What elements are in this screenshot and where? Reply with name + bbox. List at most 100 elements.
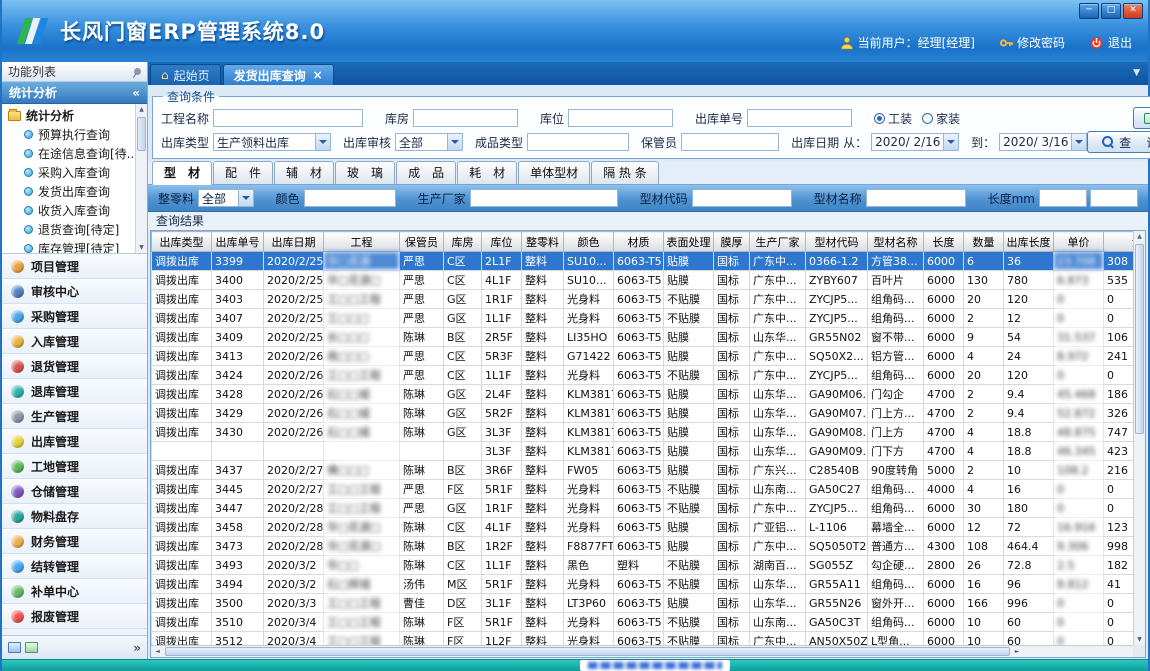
chevron-down-icon[interactable] bbox=[238, 190, 253, 206]
collapse-icon[interactable]: « bbox=[132, 86, 140, 100]
change-password-button[interactable]: 修改密码 bbox=[999, 34, 1065, 51]
mat-tab-consumables[interactable]: 耗 材 bbox=[457, 161, 517, 184]
color-input[interactable] bbox=[304, 189, 396, 207]
scroll-up-icon[interactable]: ▲ bbox=[1134, 231, 1145, 242]
table-row[interactable]: 调拨出库 3445 2020/2/27 工□□工程 严思 F区 5R1F 整料 … bbox=[152, 480, 1134, 499]
keeper-input[interactable] bbox=[681, 133, 779, 151]
sidebar-group-header[interactable]: 统计分析 « bbox=[2, 82, 147, 104]
sidebar-item-site[interactable]: 工地管理 bbox=[2, 454, 147, 479]
table-row[interactable]: 调拨出库 3493 2020/3/2 华□□ 陈琳 C区 1L1F 整料 黑色 … bbox=[152, 556, 1134, 575]
column-header[interactable]: 出库长度 bbox=[1004, 232, 1054, 252]
column-header[interactable]: 型材代码 bbox=[806, 232, 868, 252]
date-from-picker[interactable]: 2020/ 2/16 bbox=[871, 133, 959, 151]
table-row[interactable]: 调拨出库 3512 2020/3/4 工□□工程 陈琳 F区 1L2F 整料 光… bbox=[152, 632, 1134, 646]
table-row[interactable]: 调拨出库 3413 2020/2/26 南□□□ 严思 C区 5R3F 整料 G… bbox=[152, 347, 1134, 366]
tab-shipping-outbound-query[interactable]: 发货出库查询 × bbox=[223, 64, 334, 85]
column-header[interactable]: 生产厂家 bbox=[750, 232, 806, 252]
tab-list-dropdown-icon[interactable]: ▼ bbox=[1133, 68, 1140, 78]
tree-item-stock-query[interactable]: 库存管理[待定] bbox=[2, 239, 135, 254]
length-max-input[interactable] bbox=[1090, 189, 1138, 207]
table-row[interactable]: 调拨出库 3494 2020/3/2 石□辉城 汤伟 M区 5R1F 整料 光身… bbox=[152, 575, 1134, 594]
scroll-down-icon[interactable]: ▼ bbox=[1134, 634, 1145, 645]
tab-start-page[interactable]: ⌂ 起始页 bbox=[150, 64, 221, 85]
table-row[interactable]: 调拨出库 3447 2020/2/28 工□□工程 严思 G区 1R1F 整料 … bbox=[152, 499, 1134, 518]
chevron-down-icon[interactable] bbox=[943, 134, 958, 150]
tree-scrollbar[interactable]: ▲ ▼ bbox=[135, 104, 147, 253]
table-row[interactable]: 调拨出库 3403 2020/2/25 工□□工程 严思 G区 1R1F 整料 … bbox=[152, 290, 1134, 309]
profile-code-input[interactable] bbox=[692, 189, 792, 207]
table-row[interactable]: 调拨出库 3510 2020/3/4 工□□工程 陈琳 F区 5R1F 整料 光… bbox=[152, 613, 1134, 632]
search-button[interactable]: 查 询 bbox=[1087, 131, 1150, 153]
column-header[interactable]: 膜厚 bbox=[714, 232, 750, 252]
chevron-down-icon[interactable] bbox=[1071, 134, 1086, 150]
sidebar-item-finance[interactable]: 财务管理 bbox=[2, 529, 147, 554]
sidebar-item-supplement[interactable]: 补单中心 bbox=[2, 579, 147, 604]
scroll-left-icon[interactable]: ◄ bbox=[151, 648, 164, 655]
sidebar-item-project[interactable]: 项目管理 bbox=[2, 254, 147, 279]
scroll-right-icon[interactable]: ► bbox=[1011, 648, 1024, 655]
clear-conditions-button[interactable]: 清空条件 bbox=[1133, 107, 1150, 129]
table-row[interactable]: 调拨出库 3400 2020/2/25 华□花源□ 严思 C区 4L1F 整料 … bbox=[152, 271, 1134, 290]
sidebar-item-inbound[interactable]: 入库管理 bbox=[2, 329, 147, 354]
chart-icon[interactable] bbox=[25, 642, 38, 653]
sidebar-item-inventory[interactable]: 物料盘存 bbox=[2, 504, 147, 529]
table-row[interactable]: 调拨出库 3399 2020/2/25 华□花源 严思 C区 2L1F 整料 S… bbox=[152, 252, 1134, 271]
tree-item-shipping-outbound-query[interactable]: 发货出库查询 bbox=[2, 182, 135, 201]
tree-item-receipt-inbound-query[interactable]: 收货入库查询 bbox=[2, 201, 135, 220]
table-row[interactable]: 调拨出库 3500 2020/3/3 工□□工程 曹佳 D区 3L1F 整料 L… bbox=[152, 594, 1134, 613]
mat-tab-insulation[interactable]: 隔 热 条 bbox=[591, 161, 659, 184]
column-header[interactable]: 金 bbox=[1104, 232, 1134, 252]
column-header[interactable]: 库房 bbox=[444, 232, 482, 252]
column-header[interactable]: 长度 bbox=[924, 232, 964, 252]
mat-tab-glass[interactable]: 玻 璃 bbox=[335, 161, 395, 184]
whole-part-select[interactable]: 全部 bbox=[198, 189, 254, 207]
table-row[interactable]: 调拨出库 3424 2020/2/26 工□□工程 严思 C区 1L1F 整料 … bbox=[152, 366, 1134, 385]
column-header[interactable]: 颜色 bbox=[564, 232, 614, 252]
sidebar-item-audit[interactable]: 审核中心 bbox=[2, 279, 147, 304]
date-to-picker[interactable]: 2020/ 3/16 bbox=[999, 133, 1087, 151]
mat-tab-accessories[interactable]: 配 件 bbox=[213, 161, 273, 184]
column-header[interactable]: 型材名称 bbox=[868, 232, 924, 252]
location-input[interactable] bbox=[568, 109, 673, 127]
horizontal-scrollbar[interactable]: ◄ ► bbox=[151, 645, 1133, 657]
close-button[interactable]: ✕ bbox=[1123, 3, 1143, 19]
audit-select[interactable]: 全部 bbox=[395, 133, 463, 151]
column-header[interactable]: 保管员 bbox=[400, 232, 444, 252]
chevron-down-icon[interactable] bbox=[315, 134, 330, 150]
jiazhuang-radio[interactable] bbox=[922, 113, 933, 124]
tree-item-transit-query[interactable]: 在途信息查询[待... bbox=[2, 144, 135, 163]
manufacturer-input[interactable] bbox=[470, 189, 618, 207]
table-row[interactable]: 调拨出库 3458 2020/2/28 华□花源□ 陈琳 C区 4L1F 整料 … bbox=[152, 518, 1134, 537]
mat-tab-finished[interactable]: 成 品 bbox=[396, 161, 456, 184]
sidebar-item-purchase[interactable]: 采购管理 bbox=[2, 304, 147, 329]
column-header[interactable]: 单价 bbox=[1054, 232, 1104, 252]
column-header[interactable]: 出库类型 bbox=[152, 232, 212, 252]
scroll-up-icon[interactable]: ▲ bbox=[136, 104, 147, 115]
table-row[interactable]: 调拨出库 3430 2020/2/26 石□□城 陈琳 G区 3L3F 整料 K… bbox=[152, 423, 1134, 442]
chevron-down-icon[interactable] bbox=[447, 134, 462, 150]
vertical-scrollbar-thumb[interactable] bbox=[1135, 244, 1144, 434]
out-type-select[interactable]: 生产领料出库 bbox=[213, 133, 331, 151]
sidebar-item-return-warehouse[interactable]: 退库管理 bbox=[2, 379, 147, 404]
column-header[interactable]: 数量 bbox=[964, 232, 1004, 252]
warehouse-input[interactable] bbox=[413, 109, 518, 127]
maximize-button[interactable]: □ bbox=[1101, 3, 1121, 19]
column-header[interactable]: 表面处理 bbox=[664, 232, 714, 252]
table-row[interactable]: 调拨出库 3428 2020/2/26 石□□城 陈琳 G区 2L4F 整料 K… bbox=[152, 385, 1134, 404]
tree-root[interactable]: 统计分析 bbox=[2, 106, 135, 125]
table-row[interactable]: 调拨出库 3437 2020/2/27 佛□□□ 陈琳 B区 3R6F 整料 F… bbox=[152, 461, 1134, 480]
length-min-input[interactable] bbox=[1039, 189, 1087, 207]
sidebar-item-outbound[interactable]: 出库管理 bbox=[2, 429, 147, 454]
table-row[interactable]: 3L3F 整料 KLM3817 6063-T5 贴膜 国标 山东华... GA9… bbox=[152, 442, 1134, 461]
mat-tab-single-profile[interactable]: 单体型材 bbox=[518, 161, 590, 184]
horizontal-scrollbar-thumb[interactable] bbox=[165, 647, 1010, 656]
order-no-input[interactable] bbox=[747, 109, 852, 127]
gongzhuang-radio[interactable] bbox=[874, 113, 885, 124]
logout-button[interactable]: 退出 bbox=[1089, 34, 1132, 51]
table-row[interactable]: 调拨出库 3407 2020/2/25 工□□□ 严思 G区 1L1F 整料 光… bbox=[152, 309, 1134, 328]
column-header[interactable]: 整零料 bbox=[522, 232, 564, 252]
close-tab-icon[interactable]: × bbox=[313, 68, 323, 82]
tree-scrollbar-thumb[interactable] bbox=[137, 117, 146, 151]
project-name-input[interactable] bbox=[213, 109, 363, 127]
tree-item-purchase-inbound-query[interactable]: 采购入库查询 bbox=[2, 163, 135, 182]
